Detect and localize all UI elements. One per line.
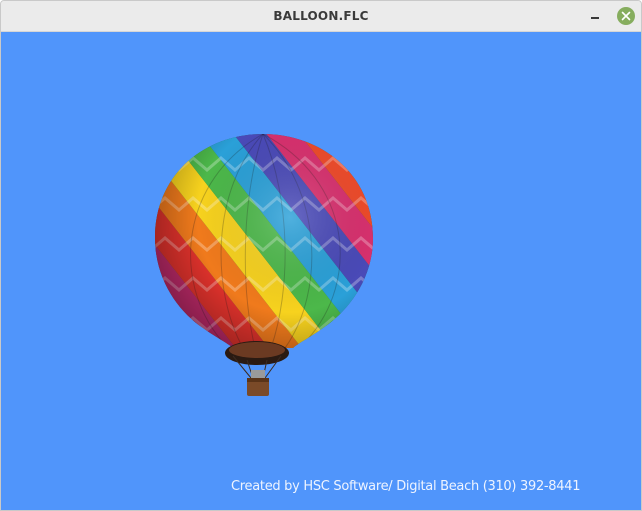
credit-text: Created by HSC Software/ Digital Beach (… <box>231 479 581 494</box>
title-bar[interactable]: BALLOON.FLC <box>1 1 641 32</box>
app-window: BALLOON.FLC Created by HSC Software/ Dig… <box>0 0 642 511</box>
hot-air-balloon-image <box>155 134 373 396</box>
close-icon <box>621 11 631 21</box>
close-button[interactable] <box>617 7 635 25</box>
minimize-icon <box>591 17 599 19</box>
window-title: BALLOON.FLC <box>273 9 369 23</box>
animation-canvas: Created by HSC Software/ Digital Beach (… <box>1 32 641 510</box>
minimize-button[interactable] <box>585 7 605 25</box>
